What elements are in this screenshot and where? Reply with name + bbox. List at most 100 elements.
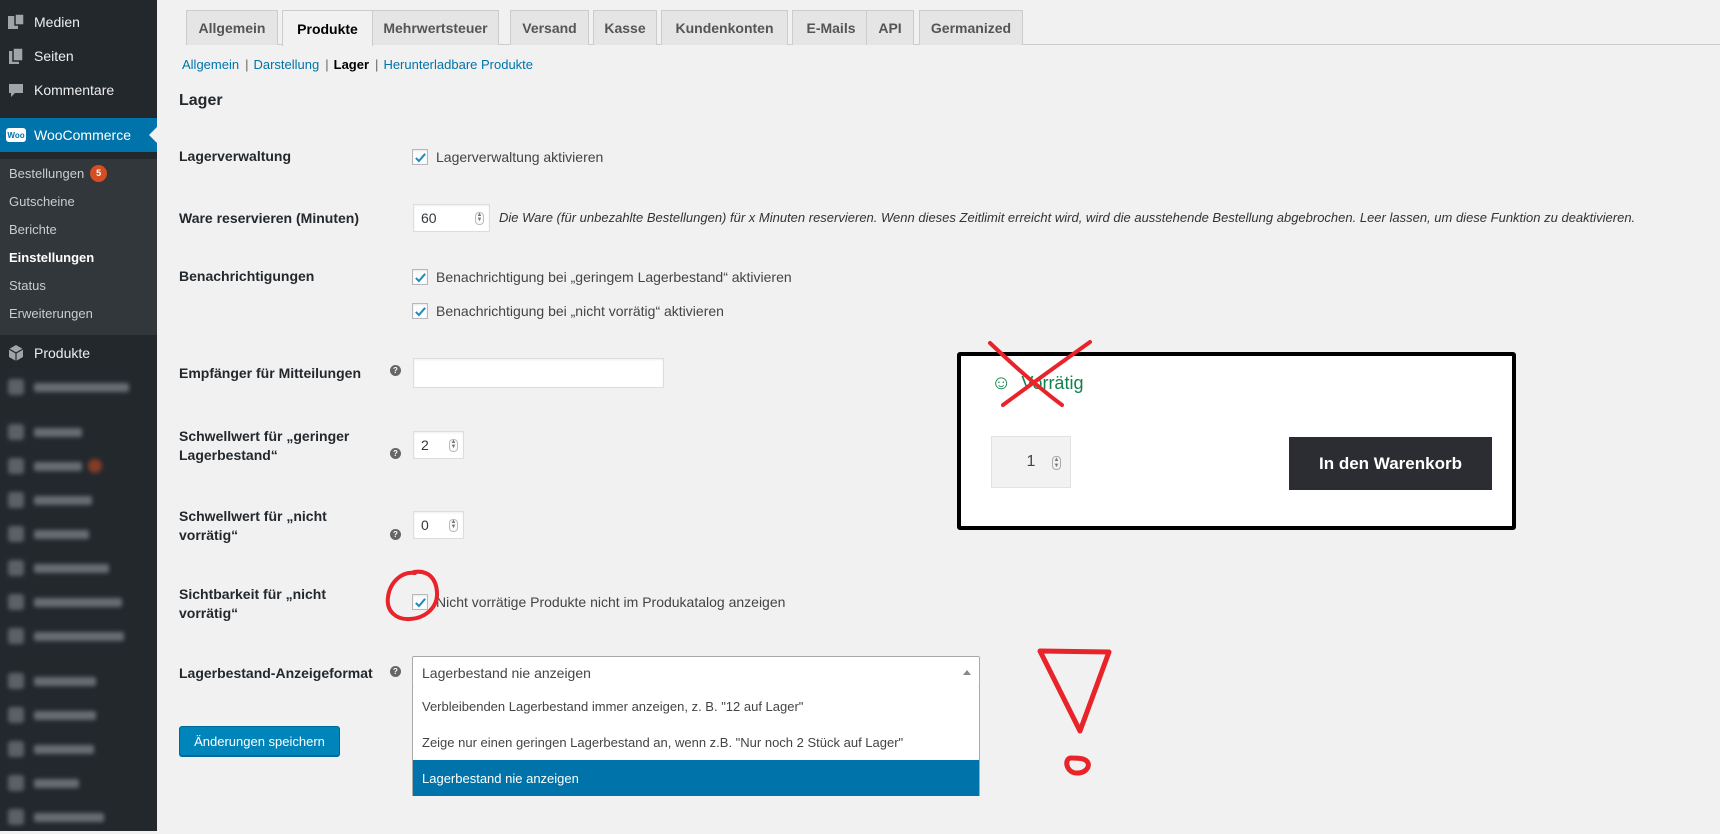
sidebar-item-redacted[interactable]: [0, 585, 157, 619]
sidebar-item-redacted[interactable]: [0, 370, 157, 404]
spinner-icon[interactable]: ▲ ▼: [475, 212, 484, 225]
stock-status-text: Vorrätig: [1021, 373, 1084, 393]
low-threshold-input[interactable]: 2 ▲ ▼: [413, 431, 464, 459]
sidebar-item-redacted[interactable]: [0, 449, 157, 483]
tab-shipping[interactable]: Versand: [510, 10, 589, 45]
subnav-downloadable[interactable]: Herunterladbare Produkte: [383, 57, 533, 72]
submenu-item-orders[interactable]: Bestellungen 5: [9, 163, 108, 183]
chevron-up-icon: [963, 670, 971, 675]
spinner-icon[interactable]: ▲ ▼: [449, 439, 458, 452]
blurred-icon: [8, 492, 24, 508]
stock-management-checkbox-row[interactable]: Lagerverwaltung aktivieren: [412, 148, 603, 166]
recipient-email-input[interactable]: [413, 358, 664, 388]
tab-germanized[interactable]: Germanized: [919, 10, 1023, 45]
low-stock-notification-checkbox[interactable]: [412, 269, 428, 285]
blurred-icon: [8, 458, 24, 474]
section-subnav: Allgemein | Darstellung | Lager | Herunt…: [182, 56, 534, 72]
visibility-label: Sichtbarkeit für „nicht vorrätig“: [179, 586, 327, 621]
sidebar-item-products[interactable]: Produkte: [0, 336, 157, 370]
red-exclamation-mark: [1037, 648, 1112, 776]
stock-format-label: Lagerbestand-Anzeigeformat: [179, 665, 373, 681]
sidebar-item-label: Produkte: [34, 345, 91, 361]
blurred-icon: [8, 379, 24, 395]
woocommerce-submenu: Bestellungen 5 Gutscheine Berichte Einst…: [0, 159, 157, 335]
checkmark-icon: [414, 272, 426, 283]
save-changes-button[interactable]: Änderungen speichern: [179, 726, 340, 756]
sidebar-item-redacted[interactable]: [0, 766, 157, 800]
submenu-item-settings[interactable]: Einstellungen: [9, 247, 94, 267]
blurred-icon: [8, 594, 24, 610]
stock-management-label: Lagerverwaltung: [179, 148, 292, 164]
out-threshold-input[interactable]: 0 ▲ ▼: [413, 511, 464, 539]
checkmark-icon: [414, 597, 426, 608]
hold-stock-description: Die Ware (für unbezahlte Bestellungen) f…: [499, 210, 1636, 225]
sidebar-item-woocommerce[interactable]: Woo WooCommerce: [0, 118, 157, 152]
stock-management-checkbox[interactable]: [412, 149, 428, 165]
subnav-inventory[interactable]: Lager: [334, 57, 369, 72]
quantity-input[interactable]: 1 ▲ ▼: [991, 436, 1071, 488]
admin-sidebar: Medien Seiten Kommentare Woo WooCommerce…: [0, 0, 157, 831]
tab-api[interactable]: API: [866, 10, 914, 45]
sidebar-item-comments[interactable]: Kommentare: [0, 73, 157, 107]
tab-emails[interactable]: E-Mails: [792, 10, 870, 45]
submenu-item-coupons[interactable]: Gutscheine: [9, 191, 75, 211]
sidebar-item-redacted[interactable]: [0, 732, 157, 766]
out-of-stock-notification-row[interactable]: Benachrichtigung bei „nicht vorrätig“ ak…: [412, 302, 724, 320]
subnav-display[interactable]: Darstellung: [253, 57, 319, 72]
tab-general[interactable]: Allgemein: [186, 10, 278, 45]
product-preview-panel: ☺ Vorrätig 1 ▲ ▼ In den Warenkorb: [957, 352, 1516, 530]
hide-out-of-stock-checkbox[interactable]: [412, 594, 428, 610]
stock-format-option[interactable]: Verbleibenden Lagerbestand immer anzeige…: [413, 688, 979, 724]
sidebar-item-redacted[interactable]: [0, 517, 157, 551]
spinner-icon[interactable]: ▲ ▼: [1052, 456, 1061, 470]
blurred-icon: [8, 673, 24, 689]
blurred-icon: [8, 628, 24, 644]
help-icon[interactable]: ?: [390, 365, 401, 376]
spinner-icon[interactable]: ▲ ▼: [449, 519, 458, 532]
blurred-icon: [8, 526, 24, 542]
woocommerce-icon: Woo: [6, 125, 26, 145]
help-icon[interactable]: ?: [390, 666, 401, 677]
tab-products[interactable]: Produkte: [282, 10, 373, 46]
sidebar-item-redacted[interactable]: [0, 483, 157, 517]
blurred-icon: [8, 741, 24, 757]
smiley-icon: ☺: [991, 372, 1012, 394]
blurred-icon: [8, 809, 24, 825]
checkmark-icon: [414, 306, 426, 317]
low-stock-notification-row[interactable]: Benachrichtigung bei „geringem Lagerbest…: [412, 268, 792, 286]
help-icon[interactable]: ?: [390, 529, 401, 540]
out-threshold-label: Schwellwert für „nicht vorrätig“: [179, 508, 327, 543]
sidebar-item-redacted[interactable]: [0, 664, 157, 698]
pages-icon: [6, 46, 26, 66]
stock-format-select[interactable]: Lagerbestand nie anzeigen: [412, 656, 980, 689]
tab-accounts[interactable]: Kundenkonten: [661, 10, 788, 45]
sidebar-item-redacted[interactable]: [0, 698, 157, 732]
add-to-cart-button[interactable]: In den Warenkorb: [1289, 437, 1492, 490]
stock-format-dropdown: Verbleibenden Lagerbestand immer anzeige…: [412, 688, 980, 796]
hide-out-of-stock-row[interactable]: Nicht vorrätige Produkte nicht im Produk…: [412, 593, 785, 611]
hold-stock-input[interactable]: 60 ▲ ▼: [413, 204, 490, 232]
subnav-general[interactable]: Allgemein: [182, 57, 239, 72]
stock-status: ☺ Vorrätig: [991, 372, 1083, 395]
submenu-item-reports[interactable]: Berichte: [9, 219, 57, 239]
sidebar-item-redacted[interactable]: [0, 415, 157, 449]
tab-tax[interactable]: Mehrwertsteuer: [372, 10, 499, 45]
sidebar-item-pages[interactable]: Seiten: [0, 39, 157, 73]
sidebar-item-media[interactable]: Medien: [0, 5, 157, 39]
checkmark-icon: [414, 152, 426, 163]
sidebar-item-redacted[interactable]: [0, 619, 157, 653]
sidebar-item-label: Medien: [34, 14, 80, 30]
submenu-item-status[interactable]: Status: [9, 275, 46, 295]
tab-checkout[interactable]: Kasse: [593, 10, 657, 45]
stock-format-option[interactable]: Zeige nur einen geringen Lagerbestand an…: [413, 724, 979, 760]
out-of-stock-notification-checkbox[interactable]: [412, 303, 428, 319]
sidebar-item-label: Seiten: [34, 48, 74, 64]
sidebar-item-redacted[interactable]: [0, 551, 157, 585]
comments-icon: [6, 80, 26, 100]
submenu-item-extensions[interactable]: Erweiterungen: [9, 303, 93, 323]
stock-format-option-selected[interactable]: Lagerbestand nie anzeigen: [413, 760, 979, 796]
blurred-icon: [8, 560, 24, 576]
sidebar-item-redacted[interactable]: [0, 800, 157, 834]
recipient-label: Empfänger für Mitteilungen: [179, 365, 361, 381]
help-icon[interactable]: ?: [390, 448, 401, 459]
